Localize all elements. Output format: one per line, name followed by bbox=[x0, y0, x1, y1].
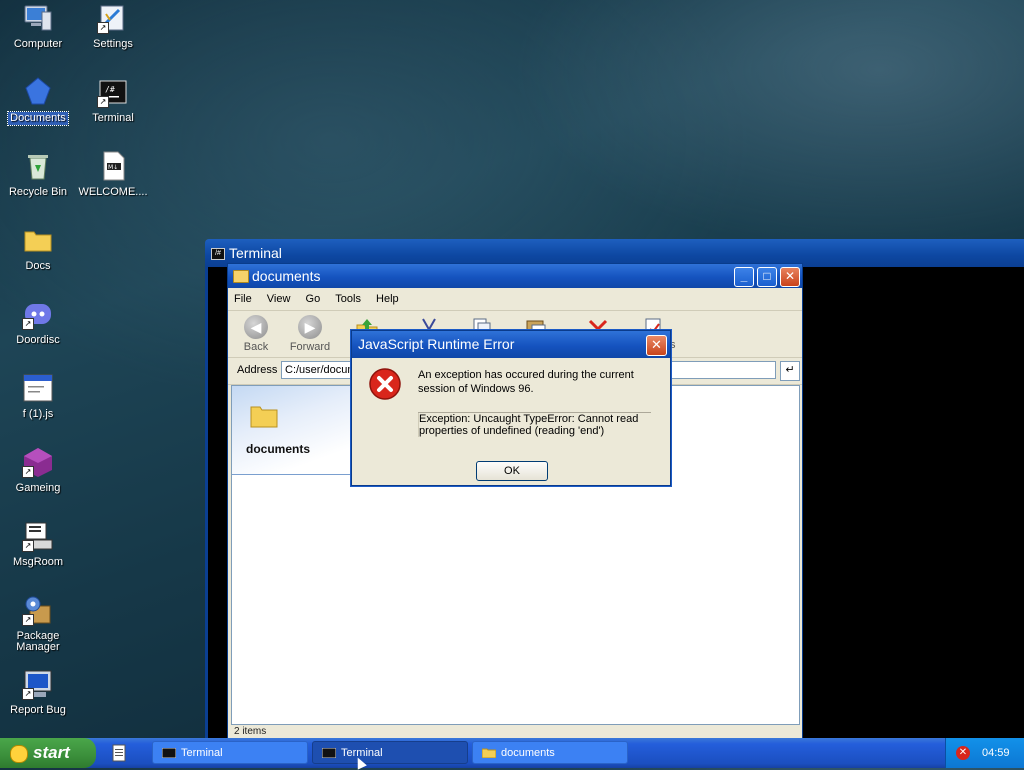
recycle-bin-icon bbox=[22, 150, 54, 182]
taskbar-item-documents[interactable]: documents bbox=[472, 741, 628, 764]
minimize-button[interactable]: _ bbox=[734, 267, 754, 287]
system-tray: ✕ 04:59 bbox=[945, 738, 1024, 768]
package-manager-icon: ↗ bbox=[22, 594, 54, 626]
start-logo-icon bbox=[10, 745, 28, 763]
desktop-icon-label: Recycle Bin bbox=[8, 186, 68, 198]
taskbar-item-terminal[interactable]: Terminal bbox=[152, 741, 308, 764]
shortcut-arrow-icon: ↗ bbox=[22, 614, 34, 626]
game-icon: ↗ bbox=[22, 446, 54, 478]
desktop-icon-label: f (1).js bbox=[22, 408, 54, 420]
menubar: File View Go Tools Help bbox=[228, 288, 802, 311]
desktop-icon-package-manager[interactable]: ↗ Package Manager bbox=[0, 594, 76, 654]
desktop-icon-label: Docs bbox=[25, 260, 51, 272]
menu-view[interactable]: View bbox=[261, 288, 297, 310]
close-button[interactable]: ✕ bbox=[780, 267, 800, 287]
desktop-icon-f1js[interactable]: f (1).js bbox=[0, 372, 76, 421]
desktop-icon-recycle-bin[interactable]: Recycle Bin bbox=[0, 150, 76, 199]
terminal-icon bbox=[322, 748, 336, 758]
desktop-icon-label: Package Manager bbox=[16, 630, 60, 653]
menu-file[interactable]: File bbox=[228, 288, 258, 310]
maximize-button[interactable]: □ bbox=[757, 267, 777, 287]
back-label: Back bbox=[243, 341, 269, 353]
back-arrow-icon: ◀ bbox=[244, 315, 268, 339]
terminal-window-title: Terminal bbox=[229, 245, 282, 261]
desktop-icon-doordisc[interactable]: ↗ Doordisc bbox=[0, 298, 76, 347]
documents-icon bbox=[22, 76, 54, 108]
menu-help[interactable]: Help bbox=[370, 288, 405, 310]
error-details: Exception: Uncaught TypeError: Cannot re… bbox=[418, 413, 655, 437]
markdown-file-icon: M↓ bbox=[97, 150, 129, 182]
computer-icon bbox=[22, 2, 54, 34]
folder-icon bbox=[250, 406, 278, 428]
forward-button[interactable]: ▶ Forward bbox=[285, 315, 335, 353]
address-label: Address bbox=[237, 364, 278, 376]
desktop-icon-label: Terminal bbox=[92, 112, 134, 124]
error-icon bbox=[369, 368, 401, 400]
clock: 04:59 bbox=[982, 747, 1010, 759]
desktop-icon-label: Documents bbox=[7, 111, 69, 126]
taskbar: start Terminal Terminal documents ✕ 04:5… bbox=[0, 738, 1024, 768]
desktop-icon-gameing[interactable]: ↗ Gameing bbox=[0, 446, 76, 495]
js-file-icon bbox=[22, 372, 54, 404]
shortcut-arrow-icon: ↗ bbox=[22, 466, 34, 478]
error-dialog[interactable]: JavaScript Runtime Error ✕ An exception … bbox=[351, 330, 671, 486]
desktop-icon-label: Report Bug bbox=[10, 704, 66, 716]
terminal-icon: /# bbox=[211, 248, 225, 260]
status-bar: 2 items bbox=[231, 725, 800, 739]
discord-icon: ↗ bbox=[22, 298, 54, 330]
shortcut-arrow-icon: ↗ bbox=[97, 96, 109, 108]
shortcut-arrow-icon: ↗ bbox=[22, 688, 34, 700]
forward-label: Forward bbox=[289, 341, 331, 353]
taskbar-item-label: Terminal bbox=[181, 747, 223, 759]
folder-info-pane: documents bbox=[232, 386, 352, 475]
terminal-icon bbox=[162, 748, 176, 758]
desktop-icon-computer[interactable]: Computer bbox=[0, 2, 76, 51]
menu-tools[interactable]: Tools bbox=[329, 288, 367, 310]
go-arrow-icon[interactable]: ↵ bbox=[780, 361, 800, 381]
documents-window-title: documents bbox=[252, 268, 321, 284]
error-message: An exception has occured during the curr… bbox=[418, 369, 634, 395]
desktop-icon-label: Gameing bbox=[15, 482, 61, 494]
error-notification-icon[interactable]: ✕ bbox=[956, 746, 970, 760]
desktop-icon-terminal[interactable]: /# ↗ Terminal bbox=[75, 76, 151, 125]
error-dialog-titlebar[interactable]: JavaScript Runtime Error ✕ bbox=[352, 331, 670, 358]
desktop-icon-label: WELCOME.... bbox=[78, 186, 148, 198]
settings-icon: ↗ bbox=[97, 2, 129, 34]
desktop-icon-label: MsgRoom bbox=[12, 556, 64, 568]
desktop-icon-label: Doordisc bbox=[16, 334, 60, 346]
msgroom-icon: ↗ bbox=[22, 520, 54, 552]
back-button[interactable]: ◀ Back bbox=[231, 315, 281, 353]
svg-text:/#: /# bbox=[105, 85, 115, 94]
desktop-icon-welcome[interactable]: M↓ WELCOME.... bbox=[75, 150, 151, 199]
folder-pane-title: documents bbox=[246, 442, 311, 456]
shortcut-arrow-icon: ↗ bbox=[22, 540, 34, 552]
notepad-quicklaunch-icon[interactable] bbox=[110, 744, 128, 762]
desktop-icon-report-bug[interactable]: ↗ Report Bug bbox=[0, 668, 76, 717]
taskbar-item-label: documents bbox=[501, 747, 555, 759]
desktop-icon-msgroom[interactable]: ↗ MsgRoom bbox=[0, 520, 76, 569]
taskbar-item-terminal-active[interactable]: Terminal bbox=[312, 741, 468, 764]
svg-text:M↓: M↓ bbox=[108, 164, 118, 171]
error-dialog-title: JavaScript Runtime Error bbox=[358, 336, 515, 352]
shortcut-arrow-icon: ↗ bbox=[97, 22, 109, 34]
folder-icon bbox=[22, 224, 54, 256]
close-button[interactable]: ✕ bbox=[646, 335, 667, 356]
desktop-icon-docs[interactable]: Docs bbox=[0, 224, 76, 273]
ok-button[interactable]: OK bbox=[476, 461, 548, 481]
folder-icon bbox=[482, 748, 496, 758]
shortcut-arrow-icon: ↗ bbox=[22, 318, 34, 330]
start-button[interactable]: start bbox=[0, 738, 96, 768]
terminal-icon: /# ↗ bbox=[97, 76, 129, 108]
folder-icon bbox=[233, 270, 249, 283]
forward-arrow-icon: ▶ bbox=[298, 315, 322, 339]
desktop-icon-settings[interactable]: ↗ Settings bbox=[75, 2, 151, 51]
menu-go[interactable]: Go bbox=[300, 288, 327, 310]
documents-titlebar[interactable]: documents _ □ ✕ bbox=[228, 264, 802, 288]
desktop-icon-label: Computer bbox=[13, 38, 63, 50]
start-label: start bbox=[33, 743, 70, 762]
report-bug-icon: ↗ bbox=[22, 668, 54, 700]
desktop-icon-label: Settings bbox=[93, 38, 133, 50]
desktop-icon-documents[interactable]: Documents bbox=[0, 76, 76, 126]
